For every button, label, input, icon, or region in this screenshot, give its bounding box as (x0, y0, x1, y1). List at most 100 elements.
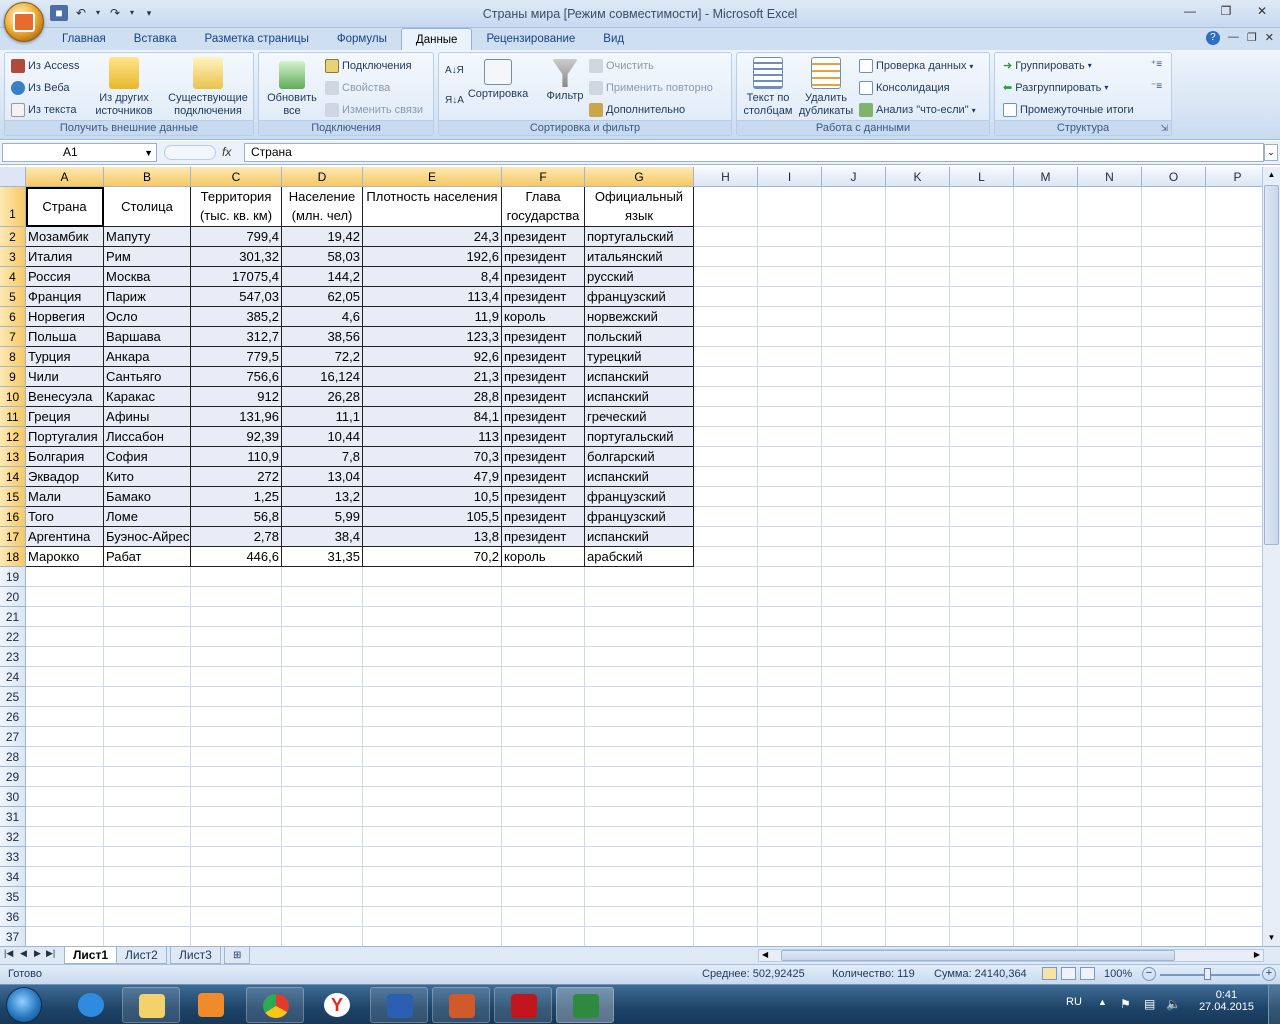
empty-cell[interactable] (758, 607, 822, 627)
data-cell[interactable]: Италия (26, 247, 104, 267)
empty-cell[interactable] (758, 807, 822, 827)
empty-cell[interactable] (950, 907, 1014, 927)
taskbar-acrobat[interactable] (494, 987, 552, 1023)
vertical-scrollbar[interactable]: ▲ ▼ (1262, 167, 1280, 946)
empty-cell[interactable] (282, 607, 363, 627)
empty-cell[interactable] (694, 467, 758, 487)
empty-cell[interactable] (1078, 427, 1142, 447)
empty-cell[interactable] (104, 727, 191, 747)
empty-cell[interactable] (1206, 187, 1262, 227)
empty-cell[interactable] (363, 707, 502, 727)
empty-cell[interactable] (1142, 707, 1206, 727)
empty-cell[interactable] (363, 907, 502, 927)
empty-cell[interactable] (104, 647, 191, 667)
empty-cell[interactable] (950, 447, 1014, 467)
empty-cell[interactable] (886, 187, 950, 227)
column-header-k[interactable]: K (886, 167, 950, 187)
empty-cell[interactable] (1142, 847, 1206, 867)
empty-cell[interactable] (1206, 467, 1262, 487)
empty-cell[interactable] (282, 667, 363, 687)
taskbar-outlook[interactable] (432, 987, 490, 1023)
empty-cell[interactable] (886, 467, 950, 487)
empty-cell[interactable] (694, 387, 758, 407)
empty-cell[interactable] (886, 767, 950, 787)
empty-cell[interactable] (1014, 707, 1078, 727)
formula-input[interactable]: Страна (244, 143, 1264, 162)
empty-cell[interactable] (950, 467, 1014, 487)
empty-cell[interactable] (1142, 907, 1206, 927)
row-header-32[interactable]: 32 (0, 827, 26, 847)
empty-cell[interactable] (1142, 727, 1206, 747)
empty-cell[interactable] (1142, 887, 1206, 907)
empty-cell[interactable] (1014, 287, 1078, 307)
data-cell[interactable]: турецкий (585, 347, 694, 367)
empty-cell[interactable] (1014, 827, 1078, 847)
horizontal-scroll-thumb[interactable] (781, 950, 1175, 961)
empty-cell[interactable] (282, 727, 363, 747)
empty-cell[interactable] (886, 567, 950, 587)
empty-cell[interactable] (1142, 587, 1206, 607)
empty-cell[interactable] (104, 567, 191, 587)
empty-cell[interactable] (694, 567, 758, 587)
empty-cell[interactable] (1078, 327, 1142, 347)
data-cell[interactable]: президент (502, 407, 585, 427)
empty-cell[interactable] (1014, 527, 1078, 547)
first-sheet-icon[interactable]: |◀ (4, 948, 13, 959)
consolidate-button[interactable]: Консолидация (859, 81, 950, 95)
empty-cell[interactable] (1078, 387, 1142, 407)
empty-cell[interactable] (282, 847, 363, 867)
empty-cell[interactable] (822, 887, 886, 907)
empty-cell[interactable] (191, 727, 282, 747)
empty-cell[interactable] (1078, 227, 1142, 247)
empty-cell[interactable] (1206, 627, 1262, 647)
empty-cell[interactable] (26, 667, 104, 687)
empty-cell[interactable] (1014, 647, 1078, 667)
empty-cell[interactable] (822, 527, 886, 547)
empty-cell[interactable] (26, 807, 104, 827)
empty-cell[interactable] (758, 267, 822, 287)
empty-cell[interactable] (363, 827, 502, 847)
empty-cell[interactable] (886, 307, 950, 327)
data-cell[interactable]: президент (502, 287, 585, 307)
empty-cell[interactable] (1078, 187, 1142, 227)
data-cell[interactable]: португальский (585, 427, 694, 447)
empty-cell[interactable] (191, 687, 282, 707)
taskbar-explorer[interactable] (122, 987, 180, 1023)
empty-cell[interactable] (1206, 567, 1262, 587)
row-header-11[interactable]: 11 (0, 407, 26, 427)
from-other-sources-button[interactable]: Из других источников (91, 57, 157, 118)
empty-cell[interactable] (1078, 247, 1142, 267)
dialog-launcher-icon[interactable]: ⇲ (1160, 121, 1168, 136)
empty-cell[interactable] (104, 687, 191, 707)
data-cell[interactable]: София (104, 447, 191, 467)
edit-links-button[interactable]: Изменить связи (325, 103, 423, 117)
empty-cell[interactable] (1142, 547, 1206, 567)
empty-cell[interactable] (502, 787, 585, 807)
empty-cell[interactable] (950, 367, 1014, 387)
empty-cell[interactable] (822, 227, 886, 247)
column-header-c[interactable]: C (191, 167, 282, 187)
ribbon-restore-icon[interactable]: ❐ (1247, 31, 1257, 45)
empty-cell[interactable] (950, 267, 1014, 287)
empty-cell[interactable] (758, 927, 822, 946)
empty-cell[interactable] (363, 787, 502, 807)
data-cell[interactable]: французский (585, 487, 694, 507)
data-cell[interactable]: президент (502, 347, 585, 367)
data-cell[interactable]: 72,2 (282, 347, 363, 367)
empty-cell[interactable] (1078, 607, 1142, 627)
data-cell[interactable]: король (502, 307, 585, 327)
data-cell[interactable]: президент (502, 387, 585, 407)
taskbar-ie[interactable] (62, 987, 120, 1023)
flag-icon[interactable]: ⚑ (1120, 997, 1131, 1011)
empty-cell[interactable] (26, 827, 104, 847)
empty-cell[interactable] (822, 447, 886, 467)
empty-cell[interactable] (282, 907, 363, 927)
empty-cell[interactable] (1078, 827, 1142, 847)
empty-cell[interactable] (1206, 247, 1262, 267)
empty-cell[interactable] (1078, 787, 1142, 807)
empty-cell[interactable] (694, 527, 758, 547)
empty-cell[interactable] (822, 347, 886, 367)
empty-cell[interactable] (886, 787, 950, 807)
empty-cell[interactable] (26, 647, 104, 667)
empty-cell[interactable] (1142, 747, 1206, 767)
